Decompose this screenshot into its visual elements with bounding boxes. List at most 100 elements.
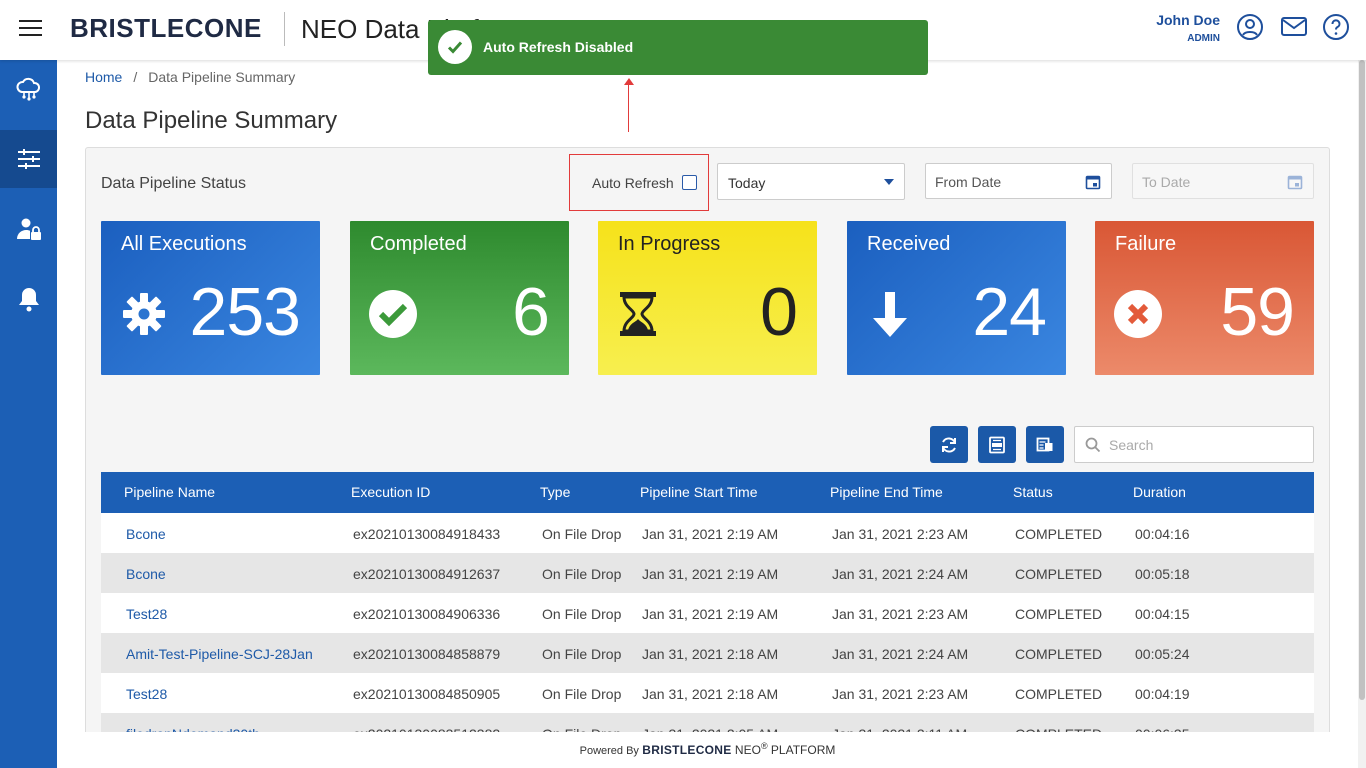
footer-powered-by: Powered By (579, 745, 639, 757)
breadcrumb-home[interactable]: Home (85, 69, 122, 85)
card-value: 253 (189, 274, 301, 350)
pipeline-name-link[interactable]: Bcone (126, 566, 166, 582)
panel-title: Data Pipeline Status (101, 175, 246, 192)
column-chooser-button[interactable] (1026, 426, 1064, 463)
table-row[interactable]: Bcone ex20210130084918433 On File Drop Jan … (101, 513, 1314, 553)
profile-icon[interactable] (1236, 13, 1264, 41)
table-cell: 00:04:16 (1135, 526, 1190, 542)
divider (284, 12, 285, 46)
card-label: In Progress (618, 233, 721, 255)
sidebar-item-pipelines[interactable] (0, 130, 57, 188)
refresh-button[interactable] (930, 426, 968, 463)
card-value: 6 (512, 274, 550, 350)
table-cell: COMPLETED (1015, 646, 1103, 662)
sidebar-item-notifications[interactable] (0, 270, 57, 328)
table-cell: COMPLETED (1015, 686, 1103, 702)
breadcrumb-current: Data Pipeline Summary (148, 69, 296, 85)
search-input[interactable]: Search (1074, 426, 1314, 463)
check-circle-icon (369, 290, 417, 338)
card-all-executions[interactable]: All Executions 253 (101, 221, 320, 375)
table-cell: Jan 31, 2021 2:19 AM (642, 606, 779, 622)
card-value: 59 (1220, 274, 1295, 350)
mail-icon[interactable] (1280, 13, 1308, 41)
table-cell: Jan 31, 2021 2:24 AM (832, 566, 969, 582)
footer-registered: ® (760, 741, 768, 751)
x-circle-icon (1114, 290, 1162, 338)
help-icon[interactable] (1322, 13, 1350, 41)
table-cell: 00:05:18 (1135, 566, 1190, 582)
card-label: Failure (1115, 233, 1177, 255)
table-cell: Jan 31, 2021 2:23 AM (832, 606, 969, 622)
table-cell: Jan 31, 2021 2:18 AM (642, 646, 779, 662)
table-row[interactable]: Test28 ex20210130084850905 On File Drop Jan… (101, 673, 1314, 713)
column-header[interactable]: Status (1013, 484, 1053, 500)
table-row[interactable]: Amit-Test-Pipeline-SCJ-28Jan ex2021013008… (101, 633, 1314, 673)
column-header[interactable]: Type (540, 484, 570, 500)
arrow-down-icon (873, 292, 907, 337)
hourglass-icon (620, 292, 656, 336)
pipeline-name-link[interactable]: Bcone (126, 526, 166, 542)
pipeline-name-link[interactable]: Test28 (126, 606, 167, 622)
card-label: Received (867, 233, 951, 255)
sidebar-item-user-admin[interactable] (0, 200, 57, 258)
table-cell: On File Drop (542, 566, 622, 582)
table-cell: 00:04:19 (1135, 686, 1190, 702)
period-select[interactable]: Today (717, 163, 905, 200)
to-date-placeholder: To Date (1142, 174, 1191, 190)
table-cell: Jan 31, 2021 2:19 AM (642, 566, 779, 582)
card-received[interactable]: Received 24 (847, 221, 1066, 375)
table-cell: 00:05:24 (1135, 646, 1190, 662)
check-icon (438, 30, 472, 64)
card-value: 24 (972, 274, 1047, 350)
columns-icon (1036, 437, 1053, 451)
card-label: All Executions (121, 233, 247, 255)
table-cell: On File Drop (542, 646, 622, 662)
user-info[interactable]: John Doe ADMIN (1156, 12, 1220, 44)
card-in-progress[interactable]: In Progress 0 (598, 221, 817, 375)
table-cell: 00:04:15 (1135, 606, 1190, 622)
column-header[interactable]: Pipeline End Time (830, 484, 943, 500)
footer: Powered By BRISTLECONE NEO® PLATFORM (57, 732, 1358, 768)
table-cell: ex20210130084918433 (353, 526, 501, 542)
column-header[interactable]: Pipeline Start Time (640, 484, 758, 500)
xlsx-icon (989, 436, 1005, 453)
user-name: John Doe (1156, 12, 1220, 28)
card-label: Completed (370, 233, 467, 255)
column-header[interactable]: Execution ID (351, 484, 430, 500)
sidebar-item-cloud[interactable] (0, 60, 57, 118)
pipeline-name-link[interactable]: Amit-Test-Pipeline-SCJ-28Jan (126, 646, 313, 662)
menu-icon[interactable] (19, 20, 42, 38)
pipeline-table: Pipeline Name Execution ID Type Pipeline… (101, 472, 1314, 753)
sliders-icon (17, 149, 40, 169)
toast-message: Auto Refresh Disabled (483, 39, 634, 55)
auto-refresh-checkbox[interactable] (681, 175, 697, 190)
table-cell: On File Drop (542, 526, 622, 542)
card-completed[interactable]: Completed 6 (350, 221, 569, 375)
table-header: Pipeline Name Execution ID Type Pipeline… (101, 472, 1314, 513)
calendar-icon[interactable] (1085, 174, 1101, 190)
user-lock-icon (16, 218, 41, 240)
export-xlsx-button[interactable] (978, 426, 1016, 463)
table-cell: Jan 31, 2021 2:24 AM (832, 646, 969, 662)
page-title: Data Pipeline Summary (85, 107, 338, 134)
from-date-input[interactable]: From Date (925, 163, 1112, 199)
search-placeholder: Search (1109, 437, 1154, 453)
auto-refresh-toggle[interactable]: Auto Refresh (569, 154, 709, 211)
card-failure[interactable]: Failure 59 (1095, 221, 1314, 375)
table-cell: ex20210130084906336 (353, 606, 501, 622)
search-icon (1085, 437, 1101, 453)
sidebar (0, 60, 57, 768)
gear-icon (123, 293, 165, 335)
column-header[interactable]: Duration (1133, 484, 1186, 500)
table-body: Bcone ex20210130084918433 On File Drop Jan … (101, 513, 1314, 753)
table-cell: On File Drop (542, 686, 622, 702)
to-date-input: To Date (1132, 163, 1314, 199)
table-cell: COMPLETED (1015, 606, 1103, 622)
scrollbar[interactable] (1358, 60, 1366, 768)
table-row[interactable]: Test28 ex20210130084906336 On File Drop Jan… (101, 593, 1314, 633)
table-row[interactable]: Bcone ex20210130084912637 On File Drop Jan … (101, 553, 1314, 593)
cloud-network-icon (15, 77, 40, 101)
pipeline-name-link[interactable]: Test28 (126, 686, 167, 702)
table-cell: COMPLETED (1015, 566, 1103, 582)
column-header[interactable]: Pipeline Name (124, 484, 215, 500)
